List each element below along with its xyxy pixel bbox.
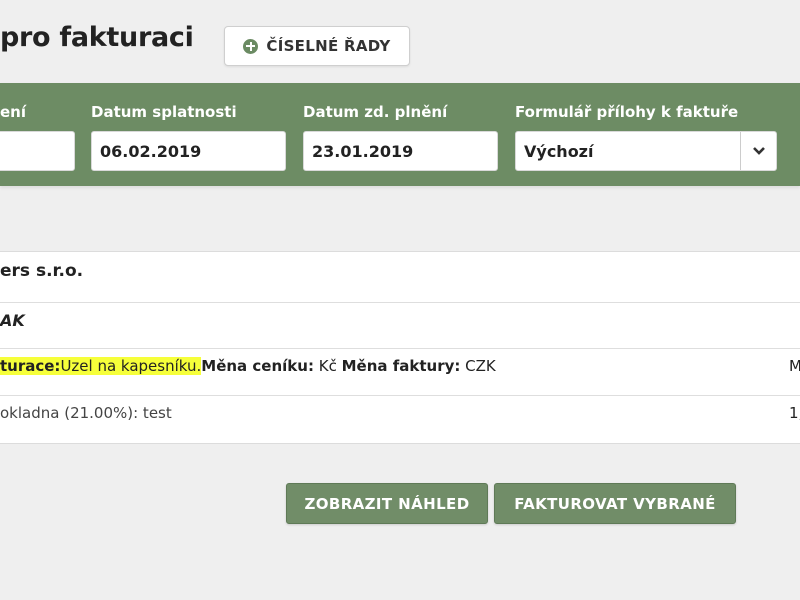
invoicing-page: pro fakturaci ČÍSELNÉ ŘADY ení Datum spl… (0, 0, 800, 600)
page-title: pro fakturaci (0, 22, 194, 53)
taxable-supply-date-value: 23.01.2019 (312, 141, 414, 161)
table-row-invoice-info: turace:Uzel na kapesníku.Měna ceníku: Kč… (0, 349, 800, 396)
show-preview-button[interactable]: ZOBRAZIT NÁHLED (286, 483, 488, 524)
issue-date-input[interactable] (0, 131, 75, 171)
invoicing-label: turace: (0, 357, 61, 375)
price-list-currency-label: Měna ceníku: (201, 357, 314, 375)
invoice-items-table: ers s.r.o. AK turace:Uzel na kapesníku.M… (0, 251, 800, 444)
due-date-value: 06.02.2019 (100, 141, 202, 161)
due-date-input[interactable]: 06.02.2019 (91, 131, 286, 171)
customer-name: ers s.r.o. (0, 261, 84, 281)
invoicing-value: Uzel na kapesníku. (60, 357, 202, 375)
invoice-attachment-form-value: Výchozí (524, 141, 594, 161)
item-description: okladna (21.00%): test (0, 404, 172, 422)
number-series-button-label: ČÍSELNÉ ŘADY (266, 37, 391, 55)
taxable-supply-date-input[interactable]: 23.01.2019 (303, 131, 498, 171)
invoice-attachment-form-label: Formulář přílohy k faktuře (515, 103, 739, 121)
invoice-attachment-form-select[interactable]: Výchozí (515, 131, 777, 171)
issue-date-label: ení (0, 103, 26, 121)
price-list-currency-value: Kč (318, 357, 337, 375)
customer-code: AK (0, 311, 25, 330)
table-row-code: AK (0, 303, 800, 349)
item-right-clipped-text: 1, (789, 404, 800, 422)
table-row-item: okladna (21.00%): test 1, (0, 396, 800, 442)
chevron-down-icon[interactable] (740, 132, 776, 170)
invoice-currency-label: Měna faktury: (341, 357, 461, 375)
table-row-company: ers s.r.o. (0, 252, 800, 303)
due-date-label: Datum splatnosti (91, 103, 237, 121)
number-series-button[interactable]: ČÍSELNÉ ŘADY (224, 26, 410, 66)
invoice-info-text: turace:Uzel na kapesníku.Měna ceníku: Kč… (0, 357, 496, 375)
invoice-selected-button[interactable]: FAKTUROVAT VYBRANÉ (494, 483, 736, 524)
invoice-currency-value: CZK (465, 357, 496, 375)
taxable-supply-date-label: Datum zd. plnění (303, 103, 448, 121)
plus-circle-icon (243, 38, 259, 54)
info-right-clipped-text: M (789, 357, 800, 375)
